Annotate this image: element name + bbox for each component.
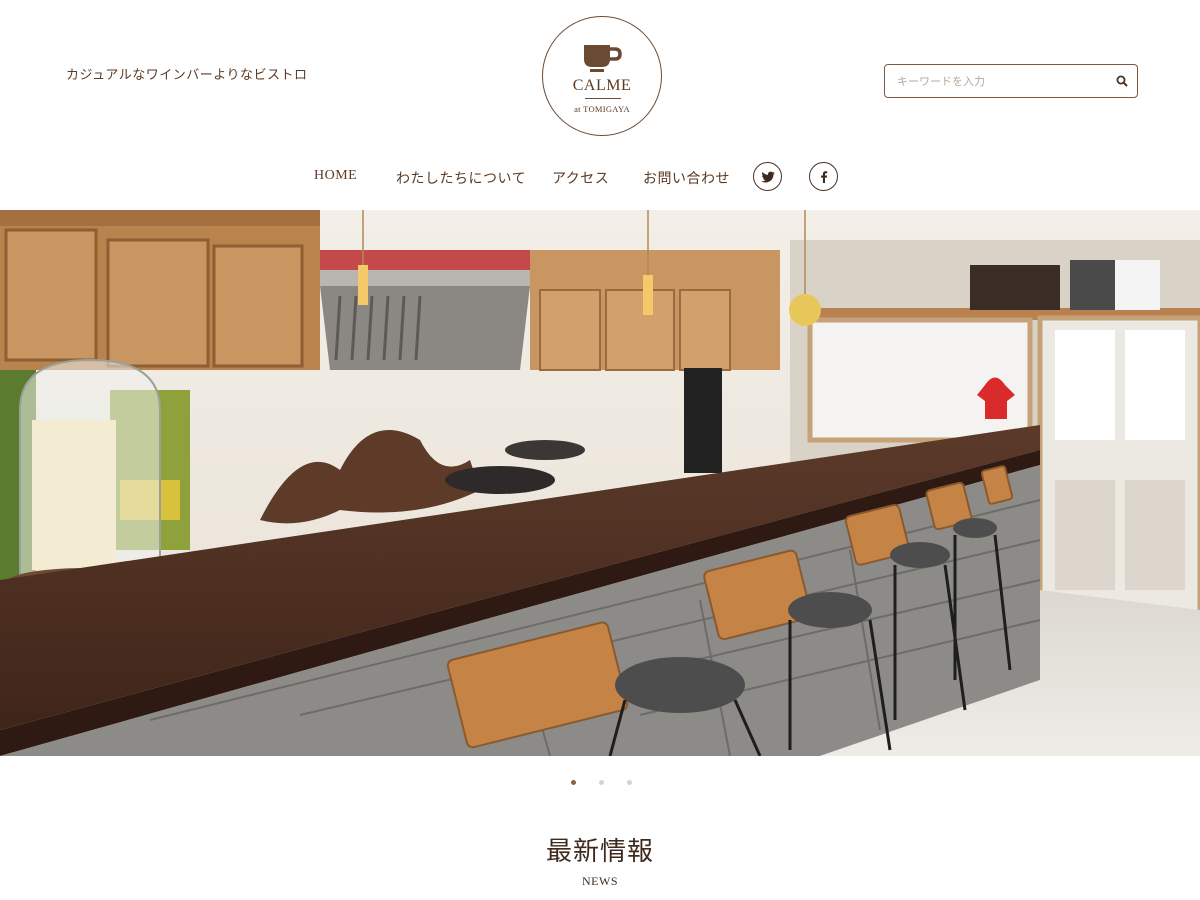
nav-item-contact[interactable]: お問い合わせ — [643, 168, 730, 188]
main-navigation: HOME わたしたちについて アクセス お問い合わせ — [0, 160, 1200, 194]
bistro-interior-photo — [0, 210, 1200, 756]
twitter-button[interactable] — [753, 162, 782, 191]
news-title: 最新情報 — [545, 837, 654, 866]
facebook-button[interactable] — [809, 162, 838, 191]
logo-divider — [585, 98, 621, 99]
slider-dot-1[interactable] — [571, 780, 576, 785]
slider-dot-3[interactable] — [627, 780, 632, 785]
logo-subtitle: at TOMIGAYA — [574, 104, 630, 114]
facebook-icon — [821, 171, 828, 183]
logo-name: CALME — [572, 77, 632, 94]
site-logo[interactable]: CALME at TOMIGAYA — [542, 16, 662, 136]
search-box — [884, 64, 1138, 98]
hero-slider-image — [0, 210, 1200, 756]
news-subtitle: NEWS — [582, 874, 618, 888]
slider-dot-2[interactable] — [599, 780, 604, 785]
site-header: カジュアルなワインバーよりなビストロ CALME at TOMIGAYA HOM… — [0, 0, 1200, 210]
news-section-heading: 最新情報 NEWS — [0, 836, 1200, 889]
nav-item-about[interactable]: わたしたちについて — [396, 168, 526, 188]
search-icon[interactable] — [1115, 74, 1129, 88]
nav-item-home[interactable]: HOME — [314, 168, 357, 184]
coffee-cup-icon — [584, 45, 622, 72]
twitter-icon — [761, 171, 775, 183]
nav-item-access[interactable]: アクセス — [552, 168, 609, 188]
site-tagline: カジュアルなワインバーよりなビストロ — [66, 67, 308, 82]
slider-pagination — [0, 778, 1200, 788]
search-input[interactable] — [895, 71, 1105, 91]
